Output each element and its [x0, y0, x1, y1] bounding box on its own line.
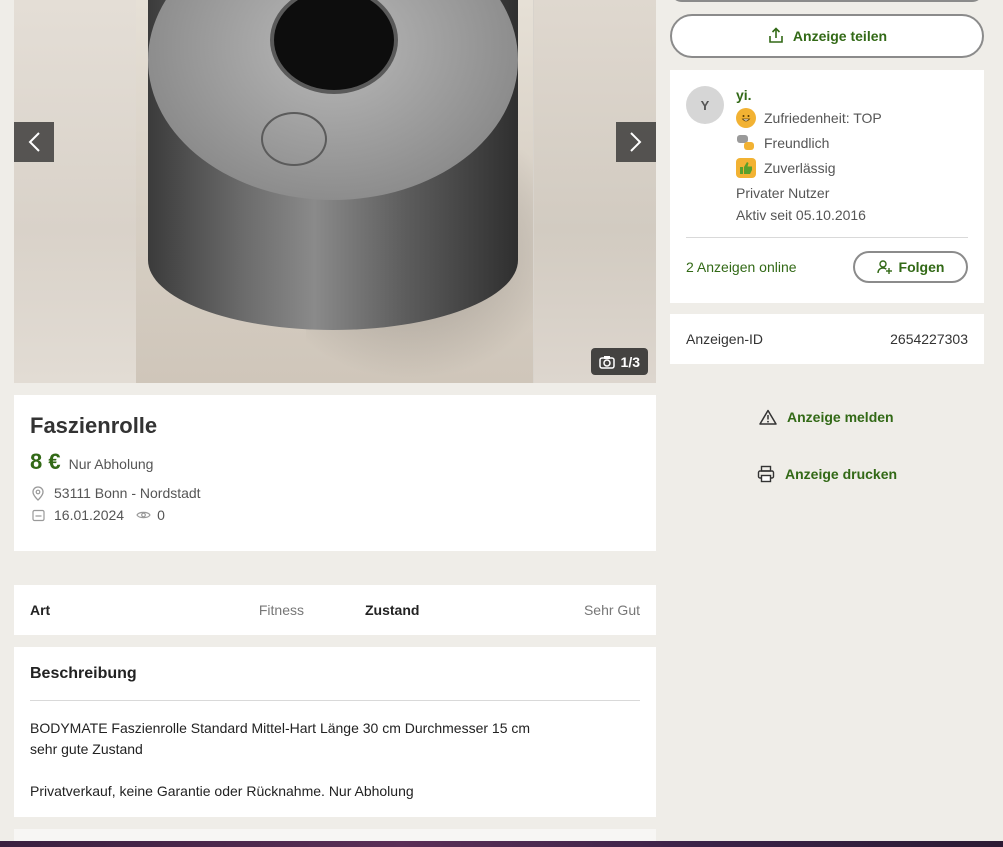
description-card: Beschreibung BODYMATE Faszienrolle Stand… — [14, 647, 656, 817]
location-pin-icon — [30, 485, 46, 501]
ad-detail-page: 1/3 Faszienrolle 8 € Nur Abholung 53111 … — [0, 0, 1003, 847]
badge-label: Freundlich — [764, 135, 830, 151]
thumbs-up-icon — [736, 158, 756, 178]
ad-location: 53111 Bonn - Nordstadt — [54, 485, 201, 501]
taskbar-strip — [0, 841, 1003, 847]
seller-active-since: Aktiv seit 05.10.2016 — [736, 207, 866, 223]
divider — [686, 237, 968, 238]
date-views-row: 16.01.2024 0 — [30, 507, 640, 523]
roller-logo — [261, 112, 327, 166]
detail-label: Art — [30, 602, 51, 618]
print-ad-link[interactable]: Anzeige drucken — [757, 465, 897, 483]
ad-id-value: 2654227303 — [890, 331, 968, 347]
seller-card: Y yi. Zufriedenheit: TOP Freundlich Zuve… — [670, 70, 984, 303]
views-counter: 0 — [136, 507, 165, 523]
share-icon — [769, 27, 783, 43]
price-row: 8 € Nur Abholung — [30, 449, 640, 475]
badge-reliable: Zuverlässig — [736, 158, 882, 178]
ad-id-label: Anzeigen-ID — [686, 331, 764, 347]
follow-button[interactable]: Folgen — [853, 251, 968, 283]
price-note: Nur Abholung — [68, 456, 154, 472]
user-plus-icon — [876, 260, 892, 274]
badge-label: Zuverlässig — [764, 160, 836, 176]
smiley-icon — [736, 108, 756, 128]
description-line: BODYMATE Faszienrolle Standard Mittel-Ha… — [30, 720, 531, 736]
chevron-left-icon — [28, 132, 40, 152]
camera-icon — [598, 355, 615, 369]
printer-icon — [757, 465, 775, 483]
seller-name[interactable]: yi. — [736, 87, 882, 103]
image-gallery[interactable]: 1/3 — [14, 0, 656, 383]
detail-value: Fitness — [258, 602, 304, 618]
detail-zustand: Zustand Sehr Gut — [365, 602, 640, 618]
badge-friendly: Freundlich — [736, 133, 882, 153]
top-action-button[interactable] — [670, 0, 984, 2]
views-count: 0 — [157, 507, 165, 523]
eye-icon — [136, 511, 151, 519]
seller-ads-online-link[interactable]: 2 Anzeigen online — [686, 259, 797, 275]
photo-counter[interactable]: 1/3 — [590, 348, 648, 375]
seller-type: Privater Nutzer — [736, 185, 830, 201]
share-ad-button[interactable]: Anzeige teilen — [670, 14, 984, 58]
seller-header: Y yi. Zufriedenheit: TOP Freundlich Zuve… — [686, 86, 968, 223]
warning-icon — [759, 409, 777, 425]
description-line: Privatverkauf, keine Garantie oder Rückn… — [30, 783, 414, 799]
speech-bubbles-icon — [736, 133, 756, 153]
gallery-prev-button[interactable] — [14, 122, 54, 162]
ad-title: Faszienrolle — [30, 413, 158, 438]
ad-date: 16.01.2024 — [54, 507, 125, 523]
description-line — [30, 760, 640, 781]
detail-value: Sehr Gut — [583, 602, 640, 618]
ad-info-card: Faszienrolle 8 € Nur Abholung 53111 Bonn… — [14, 395, 656, 551]
location-row: 53111 Bonn - Nordstadt — [30, 485, 640, 501]
badge-satisfaction: Zufriedenheit: TOP — [736, 108, 882, 128]
gallery-blur-left — [14, 0, 136, 383]
details-card: Art Fitness Zustand Sehr Gut — [14, 585, 656, 635]
seller-footer: 2 Anzeigen online Folgen — [686, 251, 968, 283]
seller-info: yi. Zufriedenheit: TOP Freundlich Zuverl… — [736, 86, 882, 223]
print-ad-label: Anzeige drucken — [785, 466, 898, 482]
report-ad-label: Anzeige melden — [787, 409, 894, 425]
chevron-right-icon — [630, 132, 642, 152]
badge-label: Zufriedenheit: TOP — [764, 110, 882, 126]
share-ad-label: Anzeige teilen — [792, 28, 888, 44]
gallery-blur-right — [534, 0, 656, 383]
detail-label: Zustand — [365, 602, 420, 618]
description-text: BODYMATE Faszienrolle Standard Mittel-Ha… — [30, 718, 640, 802]
detail-art: Art Fitness — [30, 602, 304, 618]
product-photo[interactable] — [136, 0, 533, 383]
description-line: sehr gute Zustand — [30, 741, 143, 757]
report-ad-link[interactable]: Anzeige melden — [759, 409, 894, 425]
gallery-next-button[interactable] — [616, 122, 656, 162]
follow-label: Folgen — [898, 259, 945, 275]
ad-id-card: Anzeigen-ID 2654227303 — [670, 314, 984, 364]
calendar-icon — [30, 507, 46, 523]
description-heading: Beschreibung — [30, 665, 640, 701]
avatar[interactable]: Y — [686, 86, 724, 124]
photo-counter-text: 1/3 — [620, 353, 640, 370]
ad-price: 8 € — [30, 449, 61, 474]
